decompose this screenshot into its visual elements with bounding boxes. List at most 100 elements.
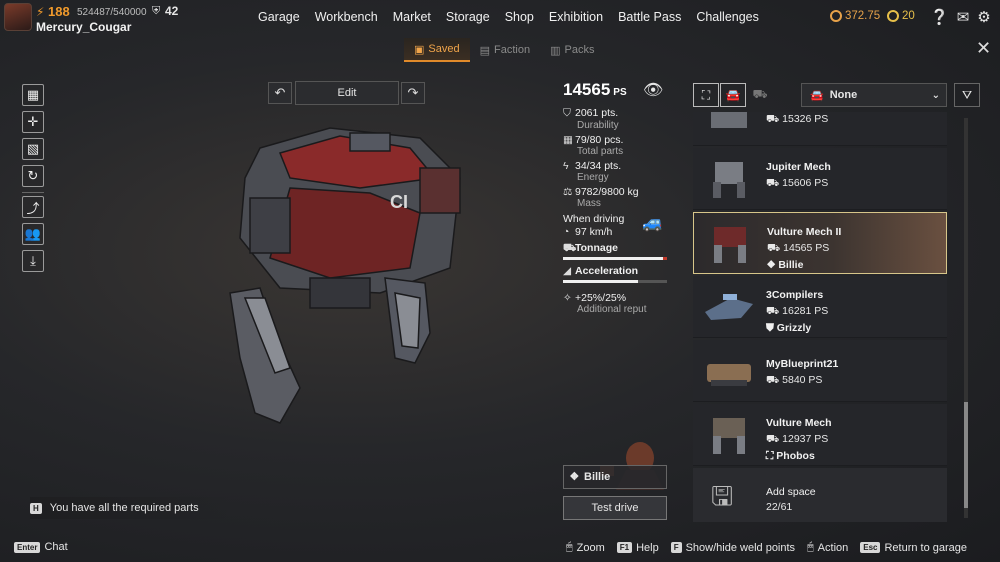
faction-filter-dropdown[interactable]: 🚘 None ⌄: [801, 83, 947, 107]
list-item-ps: ⛟ 14565 PS: [767, 242, 830, 254]
coins-value: 372.75: [845, 10, 881, 22]
tool-divider: [22, 192, 44, 193]
undo-button[interactable]: ↶: [268, 82, 292, 104]
action-hint[interactable]: 🖱 Action: [807, 541, 848, 554]
list-item-name: 3Compilers: [766, 289, 824, 301]
token-icon: [887, 10, 899, 22]
list-scrollbar[interactable]: [964, 118, 968, 518]
tab-faction[interactable]: ▤ Faction: [470, 38, 540, 62]
player-xp: 524487/540000: [77, 7, 147, 18]
stat-reputation: ✧ +25%/25% Additional reput: [563, 292, 647, 315]
pilot-badge-icon: ⛖: [570, 471, 579, 483]
test-drive-button[interactable]: Test drive: [563, 496, 667, 520]
nav-market[interactable]: Market: [393, 10, 431, 24]
edit-button[interactable]: Edit: [295, 81, 399, 105]
filter-truck-button[interactable]: ⛟: [747, 83, 773, 107]
reputation-icon: ✧: [563, 292, 572, 304]
chat-label: Chat: [44, 541, 68, 553]
nav-shop[interactable]: Shop: [505, 10, 534, 24]
ps-icon: ⛟: [766, 305, 783, 317]
weld-key: F: [670, 542, 682, 553]
weld-hint[interactable]: F Show/hide weld points: [670, 541, 795, 554]
blueprint-list: ⛟ 15326 PS Jupiter Mech ⛟ 15606 PS Vultu…: [693, 112, 947, 522]
dropdown-car-icon: 🚘: [810, 89, 824, 102]
tab-packs[interactable]: ▥ Packs: [540, 38, 604, 62]
chat-button[interactable]: Enter Chat: [14, 541, 68, 553]
hint-key: H: [30, 502, 42, 514]
pilot-name: Billie: [584, 471, 611, 483]
power-score: 14565 PS: [563, 80, 627, 100]
vehicle-thumbnail: [714, 227, 746, 263]
list-item-name: Jupiter Mech: [766, 161, 831, 173]
nav-storage[interactable]: Storage: [446, 10, 490, 24]
return-hint[interactable]: Esc Return to garage: [860, 541, 967, 554]
nav-exhibition[interactable]: Exhibition: [549, 10, 603, 24]
list-item[interactable]: MyBlueprint21 ⛟ 5840 PS: [693, 340, 947, 402]
shield-icon: ⛉: [563, 107, 571, 119]
close-icon[interactable]: ✕: [976, 38, 991, 59]
level-icon: ⚡: [36, 5, 45, 19]
filter-drone-button[interactable]: ⛶: [693, 83, 719, 107]
saved-icon: ▣: [414, 43, 425, 56]
list-item-faction: ⛶ Phobos: [766, 450, 815, 462]
users-icon[interactable]: 👥: [22, 223, 44, 245]
tonnage-bar-overflow: [663, 257, 667, 260]
list-item[interactable]: 3Compilers ⛟ 16281 PS ⛊ Grizzly: [693, 276, 947, 338]
download-icon[interactable]: ⤓: [22, 250, 44, 272]
main-nav: Garage Workbench Market Storage Shop Exh…: [258, 10, 774, 24]
pilot-name-box[interactable]: ⛖ Billie: [563, 465, 667, 489]
player-avatar[interactable]: [4, 3, 32, 31]
filter-reset-button[interactable]: ⛛: [954, 83, 980, 107]
parts-hint: H You have all the required parts: [30, 497, 230, 519]
drone-icon: ⛶: [701, 87, 711, 102]
secondary-currency-value: 20: [902, 10, 915, 22]
paint-icon[interactable]: ▧: [22, 138, 44, 160]
chevron-down-icon: ⌄: [931, 89, 940, 101]
faction-badge-icon: ⛊: [766, 322, 777, 334]
settings-icon[interactable]: ⚙: [977, 8, 990, 26]
coins-display[interactable]: 372.75: [830, 10, 880, 22]
rotate-icon[interactable]: ↻: [22, 165, 44, 187]
list-item[interactable]: Vulture Mech ⛟ 12937 PS ⛶ Phobos: [693, 404, 947, 466]
share-icon[interactable]: ⤴: [22, 196, 44, 218]
add-space-item[interactable]: 🖫 Add space 22/61: [693, 468, 947, 522]
zoom-hint[interactable]: 🖱 Zoom: [566, 541, 605, 554]
faction-badge-icon: ⛖: [767, 259, 779, 271]
list-item-faction: ⛊ Grizzly: [766, 322, 812, 334]
crosshair-icon[interactable]: ✛: [22, 111, 44, 133]
mouse-icon: 🖱: [566, 541, 573, 553]
packs-icon: ▥: [550, 44, 561, 57]
ps-icon: ⛟: [766, 374, 783, 386]
vehicle-thumbnail: [705, 294, 753, 320]
blueprint-tabs: ▣ Saved ▤ Faction ▥ Packs: [404, 38, 604, 62]
tab-saved[interactable]: ▣ Saved: [404, 38, 470, 62]
nav-challenges[interactable]: Challenges: [696, 10, 759, 24]
speedometer-icon: ◔: [563, 226, 570, 238]
filter-car-button[interactable]: 🚘: [720, 83, 746, 107]
secondary-currency[interactable]: 20: [887, 10, 915, 22]
eye-icon[interactable]: 👁: [643, 80, 663, 100]
grid-view-icon[interactable]: ▦: [22, 84, 44, 106]
stat-durability: ⛉ 2061 pts. Durability: [563, 107, 619, 131]
list-item-name: Vulture Mech II: [767, 226, 842, 238]
redo-button[interactable]: ↷: [401, 82, 425, 104]
faction-badge-icon: ⛶: [766, 450, 777, 462]
nav-garage[interactable]: Garage: [258, 10, 300, 24]
list-item-selected[interactable]: Vulture Mech II ⛟ 14565 PS ⛖ Billie: [693, 212, 947, 274]
parts-icon: ▦: [563, 134, 573, 146]
mech-preview[interactable]: CI: [220, 118, 480, 438]
hint-text: You have all the required parts: [49, 502, 199, 514]
energy-icon: ϟ: [563, 160, 569, 172]
nav-battle-pass[interactable]: Battle Pass: [618, 10, 681, 24]
list-item[interactable]: ⛟ 15326 PS: [693, 112, 947, 146]
list-item-ps: ⛟ 15326 PS: [766, 113, 829, 125]
stat-mass: ⚖ 9782/9800 kg Mass: [563, 186, 639, 209]
nav-workbench[interactable]: Workbench: [315, 10, 378, 24]
scrollbar-thumb[interactable]: [964, 402, 968, 508]
list-item[interactable]: Jupiter Mech ⛟ 15606 PS: [693, 148, 947, 210]
help-hint[interactable]: F1 Help: [616, 541, 659, 554]
messages-icon[interactable]: ✉: [957, 8, 970, 26]
help-icon[interactable]: ❔: [930, 8, 949, 26]
esc-key: Esc: [860, 542, 881, 553]
ps-icon: ⛟: [766, 177, 783, 189]
